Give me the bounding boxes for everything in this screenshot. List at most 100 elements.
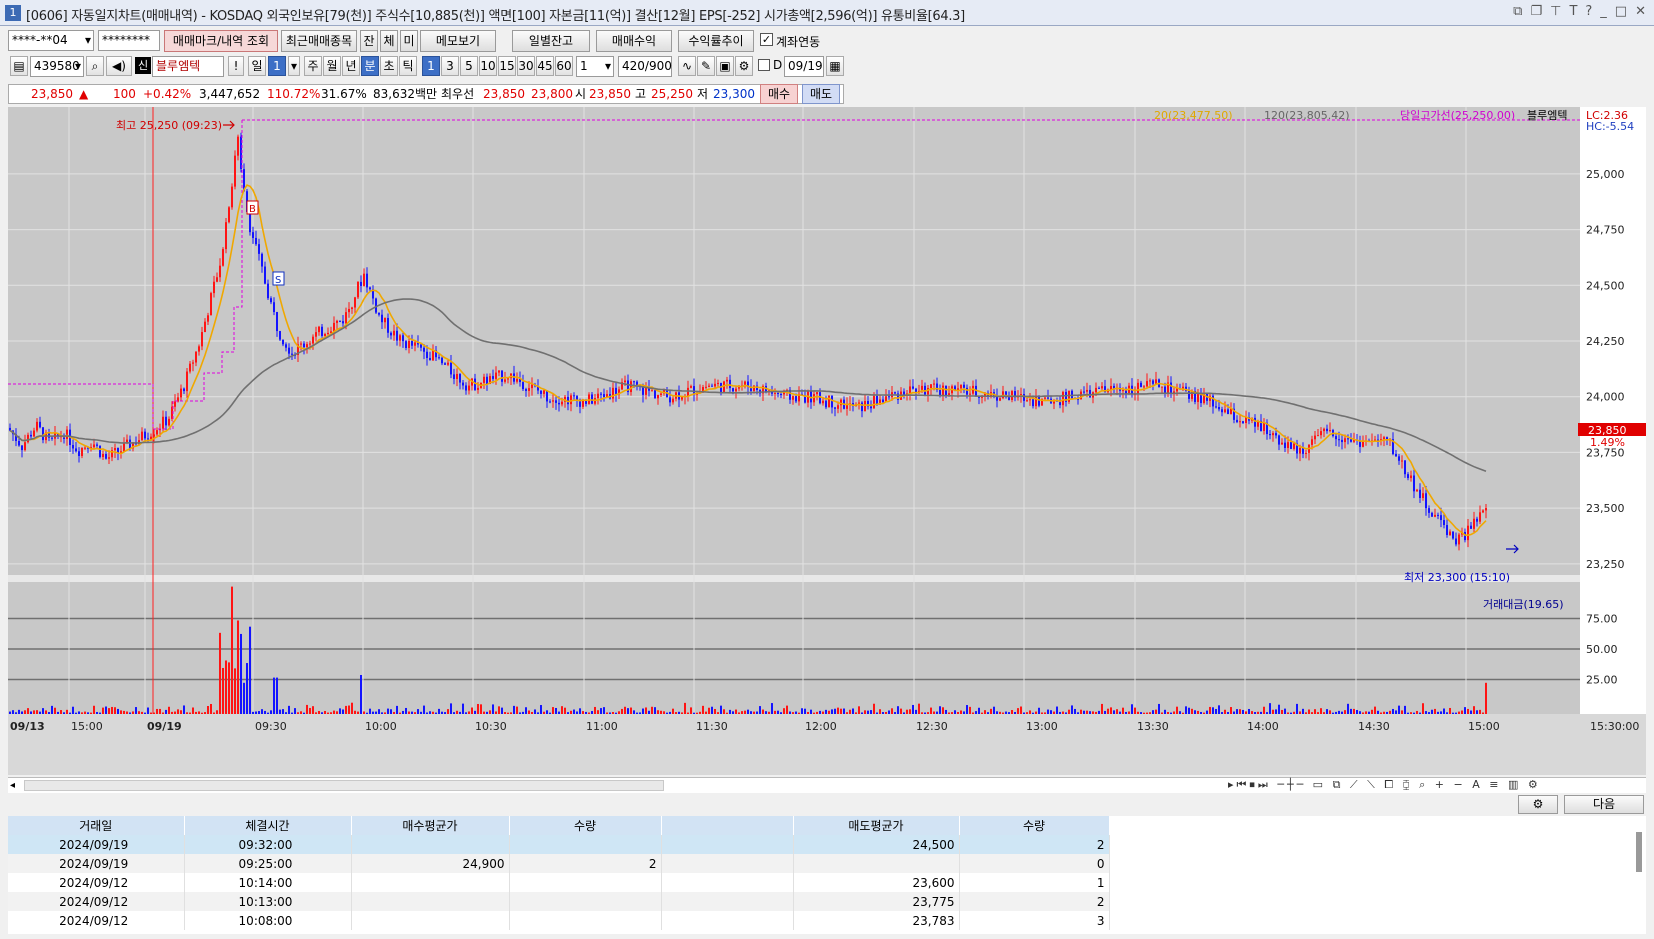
- period-day-count[interactable]: 1: [268, 56, 286, 76]
- unexecuted-button[interactable]: 미: [400, 30, 418, 52]
- volume-bar: [777, 710, 779, 714]
- link-icon[interactable]: ⧉: [1513, 4, 1522, 19]
- date-input[interactable]: 09/19: [784, 56, 824, 77]
- column-header[interactable]: 수량: [959, 816, 1110, 835]
- volume-bar: [894, 712, 896, 714]
- volume-bar: [1392, 708, 1394, 714]
- volume-bar: [720, 705, 722, 714]
- period-day[interactable]: 일: [248, 56, 266, 76]
- indicator-icon[interactable]: ∿: [678, 56, 696, 76]
- candle-body: [1413, 475, 1415, 492]
- volume-bar: [1350, 708, 1352, 714]
- save-icon[interactable]: ▣: [716, 56, 734, 76]
- minimize-icon[interactable]: _: [1600, 4, 1607, 19]
- table-row[interactable]: 2024/09/12 10:14:00 23,600 1: [8, 873, 1110, 892]
- volume-bar: [1017, 708, 1019, 714]
- pin-icon[interactable]: ⊤: [1550, 4, 1561, 19]
- candle-body: [1269, 434, 1271, 436]
- date-checkbox[interactable]: [758, 59, 770, 71]
- candle-body: [426, 351, 428, 358]
- executed-button[interactable]: 체: [380, 30, 398, 52]
- calendar-icon[interactable]: ▦: [826, 56, 844, 76]
- speaker-icon[interactable]: ◀): [106, 56, 132, 76]
- hc-label: HC:-5.54: [1586, 120, 1634, 133]
- period-month[interactable]: 월: [323, 56, 341, 76]
- min-1[interactable]: 1: [422, 56, 440, 76]
- candle-body: [1479, 512, 1481, 522]
- volume-bar: [186, 712, 188, 714]
- table-row[interactable]: 2024/09/12 10:08:00 23,783 3: [8, 911, 1110, 930]
- chart-toolbar: ▤ 439580 ▾ ⌕ ◀) 신 블루엠텍 ! 일 1 ▾ 주 월 년 분 초 …: [0, 53, 1654, 79]
- min-3[interactable]: 3: [441, 56, 459, 76]
- column-header[interactable]: 매도평균가: [793, 816, 960, 835]
- data-count-input[interactable]: 420/900: [618, 56, 672, 77]
- password-field[interactable]: ********: [98, 30, 160, 51]
- chart-scrollbar[interactable]: ◂ ▸⏮⏹⏭ ─┼─ ▭ ⧉ ⟋ ⟍ ⧠ ⧮ ⌕ + − A ≡ ▥ ⚙: [8, 777, 1646, 793]
- chart-nav-icons[interactable]: ▸⏮⏹⏭ ─┼─ ▭ ⧉ ⟋ ⟍ ⧠ ⧮ ⌕ + − A ≡ ▥ ⚙: [1228, 778, 1541, 792]
- balance-button[interactable]: 잔: [360, 30, 378, 52]
- min-15[interactable]: 15: [498, 56, 516, 76]
- help-icon[interactable]: ?: [1585, 4, 1592, 19]
- tools-icon[interactable]: ✎: [697, 56, 715, 76]
- memo-button[interactable]: 메모보기: [420, 30, 496, 52]
- volume-bar: [1122, 707, 1124, 714]
- trade-mark-query-button[interactable]: 매매마크/내역 조회: [164, 30, 278, 52]
- volume-bar: [1203, 712, 1205, 714]
- candle-body: [1188, 390, 1190, 399]
- volume-bar: [360, 675, 362, 714]
- min-60[interactable]: 60: [555, 56, 573, 76]
- scroll-thumb[interactable]: [24, 780, 664, 791]
- period-week[interactable]: 주: [304, 56, 322, 76]
- min-30[interactable]: 30: [517, 56, 535, 76]
- column-header[interactable]: [661, 816, 794, 835]
- search-icon[interactable]: ⌕: [86, 56, 104, 76]
- maximize-icon[interactable]: □: [1615, 4, 1627, 19]
- gear-icon[interactable]: ⚙: [735, 56, 753, 76]
- recent-trades-button[interactable]: 최근매매종목: [281, 30, 357, 52]
- next-button[interactable]: 다음: [1564, 795, 1644, 814]
- min-45[interactable]: 45: [536, 56, 554, 76]
- volume-bar: [1125, 711, 1127, 714]
- stock-code-input[interactable]: 439580 ▾: [30, 56, 84, 77]
- profit-trend-button[interactable]: 수익률추이: [678, 30, 754, 52]
- volume-bar: [1143, 712, 1145, 714]
- column-header[interactable]: 체결시간: [184, 816, 352, 835]
- layout-icon[interactable]: ▤: [10, 56, 28, 76]
- font-icon[interactable]: T: [1569, 4, 1577, 19]
- window-title: [0606] 자동일지차트(매매내역) - KOSDAQ 외국인보유[79(천)…: [26, 9, 965, 24]
- column-header[interactable]: 거래일: [8, 816, 185, 835]
- interval-select[interactable]: 1 ▾: [576, 56, 614, 77]
- column-header[interactable]: 매수평균가: [351, 816, 510, 835]
- column-header[interactable]: 수량: [509, 816, 662, 835]
- min-5[interactable]: 5: [460, 56, 478, 76]
- trade-profit-button[interactable]: 매매수익: [596, 30, 672, 52]
- close-icon[interactable]: ✕: [1635, 4, 1646, 19]
- table-scrollbar[interactable]: [1636, 832, 1642, 872]
- table-row[interactable]: 2024/09/19 09:32:00 24,500 2: [8, 835, 1110, 854]
- volume-bar: [540, 705, 542, 714]
- period-dropdown[interactable]: ▾: [288, 56, 300, 76]
- copy-icon[interactable]: ❐: [1530, 4, 1542, 19]
- volume-bar: [1326, 709, 1328, 714]
- buy-button[interactable]: 매수: [760, 84, 798, 104]
- price-chart[interactable]: 25,000 24,750 24,500 24,250 24,000 23,750 23,5…: [8, 107, 1646, 775]
- period-tick[interactable]: 틱: [399, 56, 417, 76]
- candle-body: [312, 336, 314, 344]
- volume-bar: [1365, 711, 1367, 714]
- sell-button[interactable]: 매도: [802, 84, 840, 104]
- account-link-checkbox[interactable]: ✓: [760, 33, 773, 46]
- candle-body: [1236, 419, 1238, 423]
- min-10[interactable]: 10: [479, 56, 497, 76]
- table-row[interactable]: 2024/09/12 10:13:00 23,775 2: [8, 892, 1110, 911]
- scroll-left-icon[interactable]: ◂: [10, 780, 15, 791]
- account-select[interactable]: ****-**04 ▾: [8, 30, 94, 51]
- volume-bar: [1311, 712, 1313, 714]
- daily-balance-button[interactable]: 일별잔고: [512, 30, 590, 52]
- table-cell: 10:08:00: [184, 911, 352, 930]
- period-year[interactable]: 년: [342, 56, 360, 76]
- period-second[interactable]: 초: [380, 56, 398, 76]
- table-row[interactable]: 2024/09/19 09:25:00 24,900 2 0: [8, 854, 1110, 873]
- warning-button[interactable]: !: [228, 56, 244, 76]
- settings-gear-button[interactable]: ⚙: [1518, 795, 1558, 814]
- period-minute[interactable]: 분: [361, 56, 379, 76]
